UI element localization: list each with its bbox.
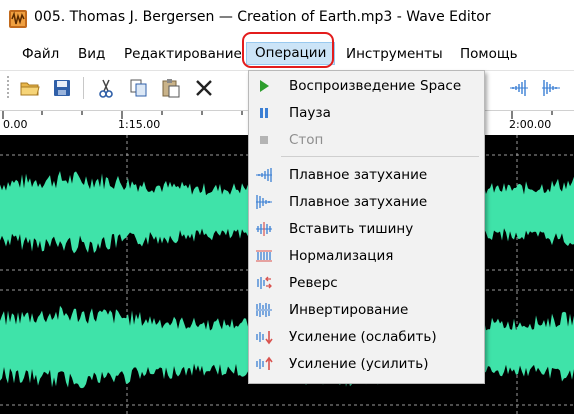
menu-item-fade-out[interactable]: Плавное затухание <box>249 189 484 215</box>
title-bar: 005. Thomas J. Bergersen — Creation of E… <box>0 0 574 36</box>
normalize-icon <box>256 250 272 262</box>
paste-icon[interactable] <box>160 77 182 99</box>
menu-item-label: Пауза <box>289 105 331 121</box>
menu-item-amplify-increase[interactable]: Усиление (усилить) <box>249 351 484 377</box>
toolbar-grip[interactable] <box>7 76 9 100</box>
menu-separator <box>281 156 479 157</box>
menu-item-label: Нормализация <box>289 248 394 264</box>
menu-item-label: Плавное затухание <box>289 194 428 210</box>
fade-in-icon <box>256 168 272 182</box>
menu-item-label: Вставить тишину <box>289 221 414 237</box>
menu-item-label: Усиление (усилить) <box>289 356 429 372</box>
amplify-increase-icon <box>256 356 273 370</box>
menu-item-label: Усиление (ослабить) <box>289 329 437 345</box>
fade-out-icon <box>256 195 272 209</box>
menu-item-shortcut: Space <box>420 78 462 94</box>
wave-editor-app-icon <box>9 10 27 28</box>
invert-icon <box>256 303 272 317</box>
menu-item-label: Инвертирование <box>289 302 409 318</box>
menu-item-label: Реверс <box>289 275 338 291</box>
delete-icon[interactable] <box>193 77 215 99</box>
pause-icon <box>260 108 268 118</box>
ruler-tick-label: 1:15.00 <box>118 118 161 131</box>
menu-item-play[interactable]: Воспроизведение Space <box>249 73 484 99</box>
ruler-tick-label: 0.00 <box>3 118 28 131</box>
amplify-decrease-icon <box>256 331 273 345</box>
ruler-tick-label: 2:00.00 <box>509 118 552 131</box>
menu-item-insert-silence[interactable]: Вставить тишину <box>249 216 484 242</box>
toolbar-separator <box>83 77 84 99</box>
menu-item-invert[interactable]: Инвертирование <box>249 297 484 323</box>
menu-edit[interactable]: Редактирование <box>124 46 242 62</box>
reverse-icon <box>257 276 272 289</box>
menu-file[interactable]: Файл <box>22 46 59 62</box>
menu-item-label: Воспроизведение <box>289 78 416 94</box>
menu-item-label: Плавное затухание <box>289 167 428 183</box>
menu-view[interactable]: Вид <box>78 46 105 62</box>
open-folder-icon[interactable] <box>19 77 41 99</box>
operations-dropdown: Воспроизведение Space Пауза Стоп Плавное… <box>248 70 485 384</box>
play-icon <box>260 80 269 92</box>
save-icon[interactable] <box>51 77 73 99</box>
menu-item-stop[interactable]: Стоп <box>249 127 484 153</box>
cut-icon[interactable] <box>95 77 117 99</box>
menu-help[interactable]: Помощь <box>460 46 518 62</box>
insert-silence-icon <box>256 222 272 236</box>
menu-item-reverse[interactable]: Реверс <box>249 270 484 296</box>
copy-icon[interactable] <box>128 77 150 99</box>
window-title: 005. Thomas J. Bergersen — Creation of E… <box>34 9 491 25</box>
fade-out-icon[interactable] <box>540 77 562 99</box>
menu-item-pause[interactable]: Пауза <box>249 100 484 126</box>
menu-item-normalize[interactable]: Нормализация <box>249 243 484 269</box>
stop-icon <box>260 136 268 144</box>
highlight-ring <box>242 32 334 68</box>
menu-tools[interactable]: Инструменты <box>346 46 443 62</box>
menu-item-amplify-decrease[interactable]: Усиление (ослабить) <box>249 324 484 350</box>
menu-item-label: Стоп <box>289 132 324 148</box>
menu-item-fade-in[interactable]: Плавное затухание <box>249 162 484 188</box>
fade-in-icon[interactable] <box>508 77 530 99</box>
